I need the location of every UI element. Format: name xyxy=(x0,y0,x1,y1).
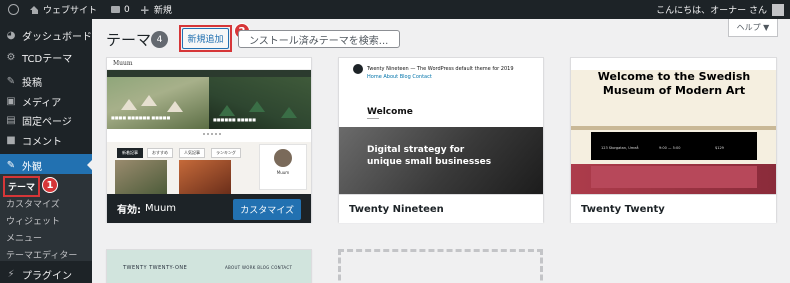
site-name-link[interactable]: ウェブサイト xyxy=(30,3,97,16)
theme-screenshot: TWENTY TWENTY-ONE ABOUT WORK BLOG CONTAC… xyxy=(107,250,311,283)
active-label: 有効: xyxy=(117,205,141,216)
page-icon: ▤ xyxy=(6,114,16,126)
theme-screenshot: Twenty Nineteen — The WordPress default … xyxy=(339,58,543,194)
avatar xyxy=(772,3,784,16)
sidebar-item-tcd-theme[interactable]: ⚙ TCDテーマ xyxy=(0,46,92,68)
appearance-icon: ✎ xyxy=(6,159,16,171)
add-new-theme-button[interactable]: 新規追加 xyxy=(182,28,229,49)
sidebar-item-plugins[interactable]: ⚡ プラグイン xyxy=(0,263,92,283)
sidebar-item-label: コメント xyxy=(22,136,62,148)
plus-icon: + xyxy=(139,2,150,17)
sidebar-item-label: 外観 xyxy=(22,161,42,173)
submenu-item-menus[interactable]: メニュー xyxy=(6,231,42,244)
theme-card-twenty-twenty-one[interactable]: TWENTY TWENTY-ONE ABOUT WORK BLOG CONTAC… xyxy=(106,249,312,283)
sidebar-item-comments[interactable]: ■ コメント xyxy=(0,129,92,151)
sidebar-item-label: メディア xyxy=(22,97,62,109)
help-tab-button[interactable]: ヘルプ ▼ xyxy=(728,19,778,37)
media-icon: ▣ xyxy=(6,95,16,107)
sidebar-item-posts[interactable]: ✎ 投稿 xyxy=(0,70,92,92)
customize-button[interactable]: カスタマイズ xyxy=(233,199,301,220)
greeting-text: こんにちは、オーナー さん xyxy=(656,6,767,16)
submenu-item-widgets[interactable]: ウィジェット xyxy=(6,214,60,227)
page-title: テーマ xyxy=(106,31,152,49)
preview-title-line: Welcome to the Swedish xyxy=(597,70,751,83)
preview-headline-line: Digital strategy for xyxy=(367,145,465,155)
preview-welcome: Welcome xyxy=(367,107,413,117)
theme-name: Twenty Twenty xyxy=(581,203,665,215)
preview-headline-line: unique small businesses xyxy=(367,156,492,167)
submenu-item-customize[interactable]: カスタマイズ xyxy=(6,197,60,210)
preview-headline: Digital strategy for unique small busine… xyxy=(367,145,491,168)
preview-site-title: Twenty Nineteen — The WordPress default … xyxy=(367,66,514,72)
preview-address: 123 Storgatan, Umeå xyxy=(601,146,639,150)
preview-title-line: Museum of Modern Art xyxy=(602,83,746,97)
preview-profile: Muum xyxy=(259,144,307,190)
admin-sidebar: ◕ ダッシュボード ⚙ TCDテーマ ✎ 投稿 ▣ メディア ▤ 固定ページ ■… xyxy=(0,19,92,283)
sidebar-item-label: 投稿 xyxy=(22,77,42,89)
account-menu[interactable]: こんにちは、オーナー さん xyxy=(656,0,784,19)
preview-tab: 人気記事 xyxy=(179,148,205,158)
site-name-label: ウェブサイト xyxy=(43,6,98,16)
theme-name: Muum xyxy=(145,203,177,214)
new-content-link[interactable]: + 新規 xyxy=(139,2,172,17)
theme-name: Twenty Nineteen xyxy=(349,203,444,215)
sidebar-item-label: TCDテーマ xyxy=(22,53,73,65)
preview-nav: Home About Blog Contact xyxy=(367,74,432,80)
theme-card-muum[interactable]: Muum ■■■■ ■■■■■■ ■■■■■ ■■■■■■ ■■■■■ 新着記事… xyxy=(106,57,312,223)
sidebar-item-dashboard[interactable]: ◕ ダッシュボード xyxy=(0,24,92,46)
preview-profile-name: Muum xyxy=(276,170,290,175)
submenu-item-theme-editor[interactable]: テーマエディター xyxy=(6,248,77,261)
add-new-theme-placeholder[interactable] xyxy=(338,249,543,283)
preview-logo: Muum xyxy=(113,60,133,67)
sidebar-item-label: ダッシュボード xyxy=(22,31,92,43)
sidebar-item-label: プラグイン xyxy=(22,270,72,282)
comment-icon: ■ xyxy=(6,134,16,146)
preview-hours: 9:00 — 5:00 xyxy=(659,146,681,150)
new-content-label: 新規 xyxy=(153,6,172,16)
preview-tab: おすすめ xyxy=(147,148,173,158)
preview-logo-icon xyxy=(353,64,363,74)
plugin-icon: ⚡ xyxy=(7,268,15,280)
submenu-item-themes[interactable]: テーマ xyxy=(3,176,41,197)
sidebar-item-label: 固定ページ xyxy=(22,116,72,128)
theme-search-input[interactable]: ンストール済みテーマを検索... xyxy=(238,30,400,48)
home-icon xyxy=(30,5,39,14)
theme-card-twenty-twenty[interactable]: Welcome to the Swedish Museum of Modern … xyxy=(570,57,777,223)
theme-card-footer: Twenty Nineteen xyxy=(339,194,543,223)
annotation-badge-1: 1 xyxy=(42,177,58,193)
admin-bar: ウェブサイト 0 + 新規 こんにちは、オーナー さん xyxy=(0,0,790,19)
preview-tab: ランキング xyxy=(211,148,241,158)
wordpress-logo-icon[interactable] xyxy=(4,0,22,19)
sidebar-item-appearance[interactable]: ✎ 外観 xyxy=(0,154,92,176)
theme-screenshot: Welcome to the Swedish Museum of Modern … xyxy=(571,58,776,194)
theme-count-badge: 4 xyxy=(151,31,168,48)
dashboard-icon: ◕ xyxy=(6,29,16,41)
comments-count: 0 xyxy=(124,4,130,15)
pin-icon: ✎ xyxy=(6,75,16,87)
theme-card-twenty-nineteen[interactable]: Twenty Nineteen — The WordPress default … xyxy=(338,57,544,223)
comment-bubble-icon xyxy=(111,6,121,13)
preview-nav: ABOUT WORK BLOG CONTACT xyxy=(225,265,293,270)
sidebar-item-pages[interactable]: ▤ 固定ページ xyxy=(0,109,92,131)
preview-tab: 新着記事 xyxy=(117,148,143,158)
theme-card-footer: 有効: Muum カスタマイズ xyxy=(107,194,311,223)
theme-card-footer: Twenty Twenty xyxy=(571,194,776,223)
theme-screenshot: Muum ■■■■ ■■■■■■ ■■■■■ ■■■■■■ ■■■■■ 新着記事… xyxy=(107,58,311,194)
tcd-icon: ⚙ xyxy=(6,51,16,63)
preview-title: Welcome to the Swedish Museum of Modern … xyxy=(591,70,757,98)
preview-site-name: TWENTY TWENTY-ONE xyxy=(123,265,188,271)
comments-link[interactable]: 0 xyxy=(111,5,130,15)
preview-price: $129 xyxy=(715,146,724,150)
add-new-highlight: 新規追加 xyxy=(179,25,232,52)
